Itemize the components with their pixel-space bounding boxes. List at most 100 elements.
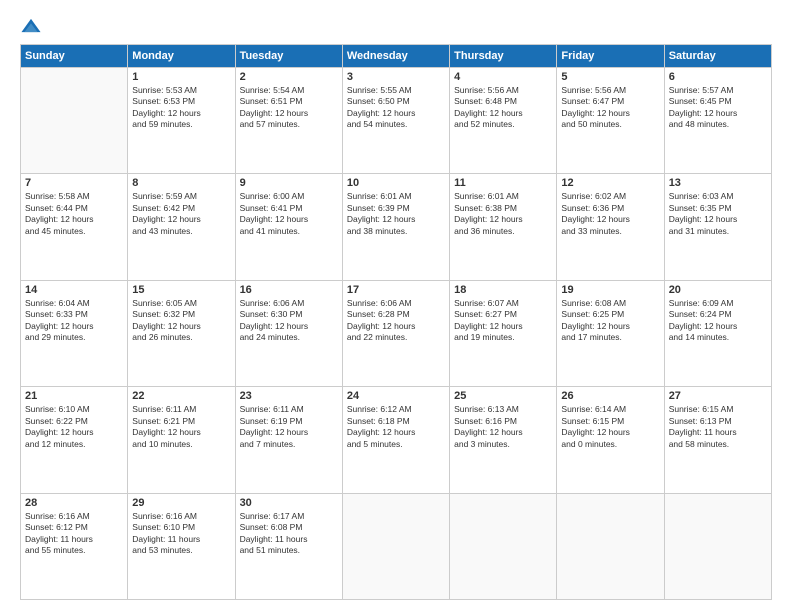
calendar-cell: 27 Sunrise: 6:15 AM Sunset: 6:13 PM Dayli…	[664, 387, 771, 493]
day-info: Sunrise: 6:04 AM Sunset: 6:33 PM Dayligh…	[25, 298, 123, 344]
day-number: 25	[454, 390, 552, 402]
day-info: Sunrise: 6:10 AM Sunset: 6:22 PM Dayligh…	[25, 404, 123, 450]
calendar-cell: 9 Sunrise: 6:00 AM Sunset: 6:41 PM Daylig…	[235, 174, 342, 280]
day-number: 27	[669, 390, 767, 402]
day-number: 26	[561, 390, 659, 402]
calendar-cell: 3 Sunrise: 5:55 AM Sunset: 6:50 PM Daylig…	[342, 68, 449, 174]
day-info: Sunrise: 6:01 AM Sunset: 6:39 PM Dayligh…	[347, 191, 445, 237]
day-info: Sunrise: 6:16 AM Sunset: 6:10 PM Dayligh…	[132, 511, 230, 557]
day-info: Sunrise: 6:06 AM Sunset: 6:30 PM Dayligh…	[240, 298, 338, 344]
day-info: Sunrise: 6:08 AM Sunset: 6:25 PM Dayligh…	[561, 298, 659, 344]
day-info: Sunrise: 5:53 AM Sunset: 6:53 PM Dayligh…	[132, 85, 230, 131]
calendar-cell: 23 Sunrise: 6:11 AM Sunset: 6:19 PM Dayli…	[235, 387, 342, 493]
day-number: 17	[347, 284, 445, 296]
day-number: 21	[25, 390, 123, 402]
logo-icon	[20, 16, 42, 38]
calendar-header-row: SundayMondayTuesdayWednesdayThursdayFrid…	[21, 45, 772, 68]
day-info: Sunrise: 6:00 AM Sunset: 6:41 PM Dayligh…	[240, 191, 338, 237]
calendar-cell: 10 Sunrise: 6:01 AM Sunset: 6:39 PM Dayli…	[342, 174, 449, 280]
calendar-cell: 18Sunrise: 6:07 AM Sunset: 6:27 PM Dayli…	[450, 280, 557, 386]
day-number: 29	[132, 497, 230, 509]
day-number: 16	[240, 284, 338, 296]
day-info: Sunrise: 6:16 AM Sunset: 6:12 PM Dayligh…	[25, 511, 123, 557]
day-number: 15	[132, 284, 230, 296]
day-number: 18	[454, 284, 552, 296]
day-number: 2	[240, 71, 338, 83]
day-info: Sunrise: 5:55 AM Sunset: 6:50 PM Dayligh…	[347, 85, 445, 131]
day-info: Sunrise: 6:17 AM Sunset: 6:08 PM Dayligh…	[240, 511, 338, 557]
day-number: 10	[347, 177, 445, 189]
day-info: Sunrise: 6:12 AM Sunset: 6:18 PM Dayligh…	[347, 404, 445, 450]
day-number: 13	[669, 177, 767, 189]
calendar-cell: 14 Sunrise: 6:04 AM Sunset: 6:33 PM Dayli…	[21, 280, 128, 386]
day-number: 7	[25, 177, 123, 189]
day-number: 4	[454, 71, 552, 83]
calendar-header-saturday: Saturday	[664, 45, 771, 68]
calendar-cell: 11Sunrise: 6:01 AM Sunset: 6:38 PM Dayli…	[450, 174, 557, 280]
calendar-cell: 8 Sunrise: 5:59 AM Sunset: 6:42 PM Daylig…	[128, 174, 235, 280]
day-info: Sunrise: 6:11 AM Sunset: 6:19 PM Dayligh…	[240, 404, 338, 450]
calendar-cell	[342, 493, 449, 599]
calendar-header-wednesday: Wednesday	[342, 45, 449, 68]
day-info: Sunrise: 6:11 AM Sunset: 6:21 PM Dayligh…	[132, 404, 230, 450]
day-number: 14	[25, 284, 123, 296]
day-number: 24	[347, 390, 445, 402]
calendar-cell: 20 Sunrise: 6:09 AM Sunset: 6:24 PM Dayli…	[664, 280, 771, 386]
calendar-cell: 26 Sunrise: 6:14 AM Sunset: 6:15 PM Dayli…	[557, 387, 664, 493]
calendar-cell: 24 Sunrise: 6:12 AM Sunset: 6:18 PM Dayli…	[342, 387, 449, 493]
calendar-cell: 5 Sunrise: 5:56 AM Sunset: 6:47 PM Daylig…	[557, 68, 664, 174]
calendar-cell: 15Sunrise: 6:05 AM Sunset: 6:32 PM Dayli…	[128, 280, 235, 386]
day-number: 30	[240, 497, 338, 509]
calendar-week-row-4: 21 Sunrise: 6:10 AM Sunset: 6:22 PM Dayli…	[21, 387, 772, 493]
day-info: Sunrise: 5:59 AM Sunset: 6:42 PM Dayligh…	[132, 191, 230, 237]
calendar-cell: 16 Sunrise: 6:06 AM Sunset: 6:30 PM Dayli…	[235, 280, 342, 386]
day-number: 8	[132, 177, 230, 189]
day-info: Sunrise: 5:56 AM Sunset: 6:48 PM Dayligh…	[454, 85, 552, 131]
calendar-cell: 28 Sunrise: 6:16 AM Sunset: 6:12 PM Dayli…	[21, 493, 128, 599]
calendar-cell: 6 Sunrise: 5:57 AM Sunset: 6:45 PM Daylig…	[664, 68, 771, 174]
day-number: 23	[240, 390, 338, 402]
day-number: 6	[669, 71, 767, 83]
calendar-week-row-5: 28 Sunrise: 6:16 AM Sunset: 6:12 PM Dayli…	[21, 493, 772, 599]
calendar-week-row-2: 7 Sunrise: 5:58 AM Sunset: 6:44 PM Daylig…	[21, 174, 772, 280]
calendar-week-row-3: 14 Sunrise: 6:04 AM Sunset: 6:33 PM Dayli…	[21, 280, 772, 386]
day-info: Sunrise: 6:09 AM Sunset: 6:24 PM Dayligh…	[669, 298, 767, 344]
calendar-header-sunday: Sunday	[21, 45, 128, 68]
day-info: Sunrise: 5:58 AM Sunset: 6:44 PM Dayligh…	[25, 191, 123, 237]
day-info: Sunrise: 6:01 AM Sunset: 6:38 PM Dayligh…	[454, 191, 552, 237]
calendar-cell: 25 Sunrise: 6:13 AM Sunset: 6:16 PM Dayli…	[450, 387, 557, 493]
day-number: 20	[669, 284, 767, 296]
calendar-header-monday: Monday	[128, 45, 235, 68]
calendar-table: SundayMondayTuesdayWednesdayThursdayFrid…	[20, 44, 772, 600]
calendar-cell: 21 Sunrise: 6:10 AM Sunset: 6:22 PM Dayli…	[21, 387, 128, 493]
day-number: 1	[132, 71, 230, 83]
calendar-cell: 13Sunrise: 6:03 AM Sunset: 6:35 PM Dayli…	[664, 174, 771, 280]
calendar-cell	[664, 493, 771, 599]
calendar-cell: 2 Sunrise: 5:54 AM Sunset: 6:51 PM Daylig…	[235, 68, 342, 174]
day-number: 28	[25, 497, 123, 509]
day-info: Sunrise: 5:54 AM Sunset: 6:51 PM Dayligh…	[240, 85, 338, 131]
calendar-cell: 1 Sunrise: 5:53 AM Sunset: 6:53 PM Daylig…	[128, 68, 235, 174]
calendar-cell	[557, 493, 664, 599]
day-number: 3	[347, 71, 445, 83]
day-number: 9	[240, 177, 338, 189]
day-info: Sunrise: 6:15 AM Sunset: 6:13 PM Dayligh…	[669, 404, 767, 450]
calendar-week-row-1: 1 Sunrise: 5:53 AM Sunset: 6:53 PM Daylig…	[21, 68, 772, 174]
page: SundayMondayTuesdayWednesdayThursdayFrid…	[0, 0, 792, 612]
calendar-header-thursday: Thursday	[450, 45, 557, 68]
calendar-cell	[450, 493, 557, 599]
day-info: Sunrise: 5:56 AM Sunset: 6:47 PM Dayligh…	[561, 85, 659, 131]
day-info: Sunrise: 6:06 AM Sunset: 6:28 PM Dayligh…	[347, 298, 445, 344]
calendar-cell: 4 Sunrise: 5:56 AM Sunset: 6:48 PM Daylig…	[450, 68, 557, 174]
calendar-cell: 30 Sunrise: 6:17 AM Sunset: 6:08 PM Dayli…	[235, 493, 342, 599]
logo	[20, 16, 46, 38]
header	[20, 16, 772, 38]
day-info: Sunrise: 6:13 AM Sunset: 6:16 PM Dayligh…	[454, 404, 552, 450]
calendar-cell: 17 Sunrise: 6:06 AM Sunset: 6:28 PM Dayli…	[342, 280, 449, 386]
day-number: 5	[561, 71, 659, 83]
day-info: Sunrise: 5:57 AM Sunset: 6:45 PM Dayligh…	[669, 85, 767, 131]
calendar-cell: 12Sunrise: 6:02 AM Sunset: 6:36 PM Dayli…	[557, 174, 664, 280]
calendar-cell: 7 Sunrise: 5:58 AM Sunset: 6:44 PM Daylig…	[21, 174, 128, 280]
calendar-cell: 19Sunrise: 6:08 AM Sunset: 6:25 PM Dayli…	[557, 280, 664, 386]
day-info: Sunrise: 6:14 AM Sunset: 6:15 PM Dayligh…	[561, 404, 659, 450]
